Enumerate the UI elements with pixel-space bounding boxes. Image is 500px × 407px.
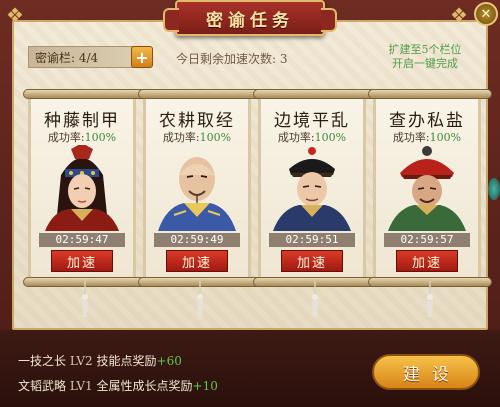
bonus-level: LV1 (69, 379, 93, 393)
remaining-speedups: 今日剩余加速次数: 3 (176, 52, 288, 66)
bonus-level: LV2 (69, 354, 93, 368)
speed-up-button[interactable]: 加速 (166, 250, 228, 272)
mission-title: 边境平乱 (274, 111, 350, 131)
mission-title: 种藤制甲 (44, 111, 120, 131)
slot-bar: 密谕栏: 4/4 + (28, 46, 153, 68)
success-rate-value: 100% (429, 131, 462, 144)
bonus-desc: 技能点奖励 (96, 354, 157, 368)
bonus-value: +10 (192, 379, 218, 393)
title-plaque: 密谕任务 (163, 0, 337, 36)
speed-up-button[interactable]: 加速 (281, 250, 343, 272)
page-title: 密谕任务 (206, 10, 294, 31)
bonus-row: 文韬武略 LV1 全属性成长点奖励+10 (18, 377, 218, 394)
scroll-rod-top (253, 89, 377, 99)
mission-card: 边境平乱 成功率:100% 02:59:51 加速 (253, 89, 377, 317)
close-button[interactable]: ✕ (474, 2, 498, 26)
plus-icon: + (135, 47, 149, 67)
mission-card: 农耕取经 成功率:100% 02:59:49 加速 (138, 89, 262, 317)
success-rate-value: 100% (199, 131, 232, 144)
corner-ornament-icon: ❖ (6, 3, 24, 27)
success-rate-label: 成功率: (277, 131, 315, 144)
mission-title: 查办私盐 (389, 111, 465, 131)
success-rate-value: 100% (314, 131, 347, 144)
female-warrior-portrait-icon (45, 145, 119, 231)
scroll-rod-top (23, 89, 147, 99)
countdown-timer: 02:59:57 (384, 233, 470, 247)
success-rate: 成功率:100% (146, 129, 248, 145)
slot-count: 密谕栏: 4/4 (35, 50, 99, 65)
add-slot-button[interactable]: + (131, 46, 153, 68)
tassel-icon (82, 281, 88, 317)
red-hat-official-portrait-icon (388, 146, 466, 231)
bald-official-portrait-icon (158, 157, 236, 231)
success-rate-label: 成功率: (47, 131, 85, 144)
tassel-icon (197, 281, 203, 317)
corner-ornament-icon: ❖ (450, 3, 468, 27)
official-with-hat-portrait-icon (273, 147, 351, 231)
success-rate-label: 成功率: (162, 131, 200, 144)
scroll-rod-top (138, 89, 262, 99)
expand-hint: 扩建至5个栏位 开启一键完成 (370, 43, 480, 71)
speed-up-button[interactable]: 加速 (51, 250, 113, 272)
countdown-timer: 02:59:51 (269, 233, 355, 247)
bonus-value: +60 (156, 354, 182, 368)
build-button[interactable]: 建设 (372, 354, 480, 390)
countdown-timer: 02:59:49 (154, 233, 240, 247)
tassel-icon (427, 281, 433, 317)
mission-card: 查办私盐 成功率:100% 02:59:57 加速 (368, 89, 492, 317)
success-rate: 成功率:100% (376, 129, 478, 145)
success-rate: 成功率:100% (31, 129, 133, 145)
bonus-name: 一技之长 (18, 354, 67, 368)
bonus-name: 文韬武略 (18, 379, 67, 393)
mission-card: 种藤制甲 成功率:100% 02:59:47 加速 (23, 89, 147, 317)
expand-hint-line1: 扩建至5个栏位 (388, 43, 462, 56)
bonus-row: 一技之长 LV2 技能点奖励+60 (18, 352, 182, 369)
mission-title: 农耕取经 (159, 111, 235, 131)
scroll-rod-top (368, 89, 492, 99)
side-gem-icon (488, 178, 500, 200)
countdown-timer: 02:59:47 (39, 233, 125, 247)
success-rate-value: 100% (84, 131, 117, 144)
success-rate: 成功率:100% (261, 129, 363, 145)
success-rate-label: 成功率: (392, 131, 430, 144)
bonus-desc: 全属性成长点奖励 (96, 379, 193, 393)
speed-up-button[interactable]: 加速 (396, 250, 458, 272)
expand-hint-line2: 开启一键完成 (392, 57, 458, 70)
tassel-icon (312, 281, 318, 317)
close-icon: ✕ (480, 6, 492, 22)
